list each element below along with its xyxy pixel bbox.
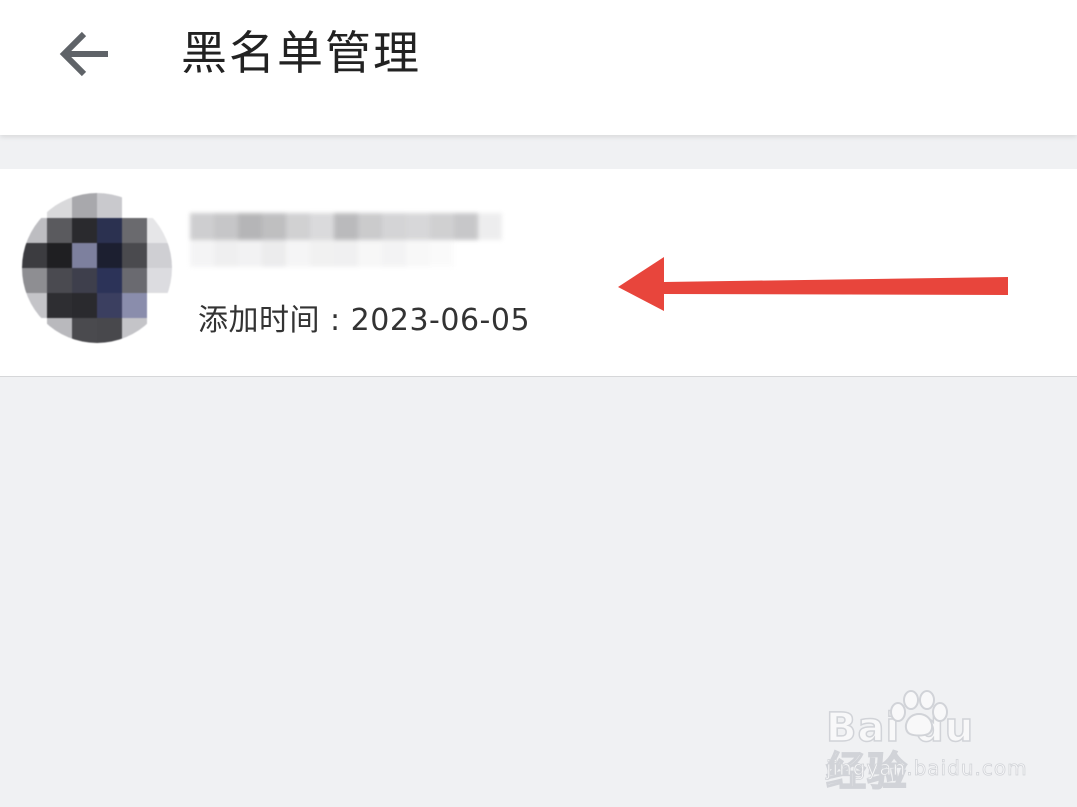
back-button[interactable] — [52, 22, 118, 86]
watermark-url: jingyan.baidu.com — [826, 756, 1028, 781]
obscured-name — [190, 213, 520, 267]
arrow-left-icon — [59, 31, 108, 77]
app-bar: 黑名单管理 — [0, 0, 1077, 135]
paw-icon — [890, 690, 948, 737]
red-arrow-left-icon — [618, 257, 1008, 311]
page-title: 黑名单管理 — [181, 26, 421, 80]
baidu-watermark: Bai du 经验 jingyan.baidu.com — [825, 690, 1028, 795]
added-time-label: 添加时间 : 2023-06-05 — [198, 303, 531, 338]
avatar — [22, 193, 172, 343]
